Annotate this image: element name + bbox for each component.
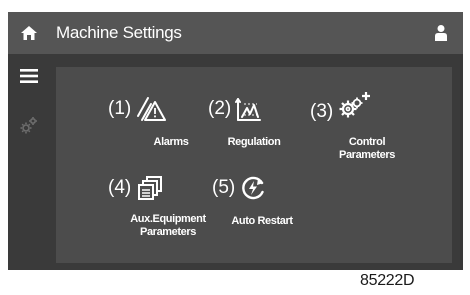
menu-item-number: (2) [208, 98, 232, 119]
settings-menu-panel: (1) Alarms (2) Regulation (3) Control Pa… [56, 67, 452, 263]
menu-item-number: (1) [108, 98, 132, 119]
label-line: Aux.Equipment [130, 213, 206, 225]
menu-item-regulation[interactable]: (2) Regulation [208, 96, 298, 156]
menu-item-aux-equipment-parameters[interactable]: (4) Aux.Equipment Parameters [108, 175, 208, 255]
menu-icon [20, 69, 38, 83]
alarm-warning-icon [136, 96, 167, 122]
sidebar [8, 54, 50, 270]
menu-item-label: Control Parameters [336, 136, 398, 162]
stacked-pages-icon [137, 175, 163, 201]
menu-item-label: Regulation [227, 136, 281, 148]
controller-screen: Machine Settings (1) Alarms (2) Regulati… [8, 12, 463, 270]
settings-button[interactable] [16, 112, 42, 138]
auto-restart-icon [240, 175, 266, 201]
menu-item-control-parameters[interactable]: (3) Control Parameters [310, 81, 410, 171]
label-line: Parameters [339, 149, 395, 161]
user-icon [435, 25, 447, 41]
page-title: Machine Settings [56, 23, 182, 42]
menu-item-alarms[interactable]: (1) Alarms [108, 96, 198, 156]
regulation-chart-icon [235, 96, 262, 122]
label-line: Control [348, 136, 386, 148]
figure-reference-code: 85222D [360, 272, 415, 289]
home-icon [21, 26, 37, 40]
gear-plus-icon [337, 91, 371, 123]
menu-item-number: (3) [310, 101, 334, 122]
user-button[interactable] [427, 12, 455, 54]
gear-icon [20, 117, 37, 134]
label-line: Parameters [140, 226, 196, 238]
top-bar: Machine Settings [8, 12, 463, 54]
menu-item-number: (5) [212, 177, 236, 198]
menu-item-label: Auto Restart [231, 215, 293, 227]
home-button[interactable] [8, 12, 50, 54]
menu-item-auto-restart[interactable]: (5) Auto Restart [212, 175, 312, 235]
menu-item-number: (4) [108, 177, 132, 198]
menu-button[interactable] [14, 64, 44, 88]
menu-item-label: Alarms [153, 136, 189, 148]
menu-item-label: Aux.Equipment Parameters [130, 213, 206, 239]
